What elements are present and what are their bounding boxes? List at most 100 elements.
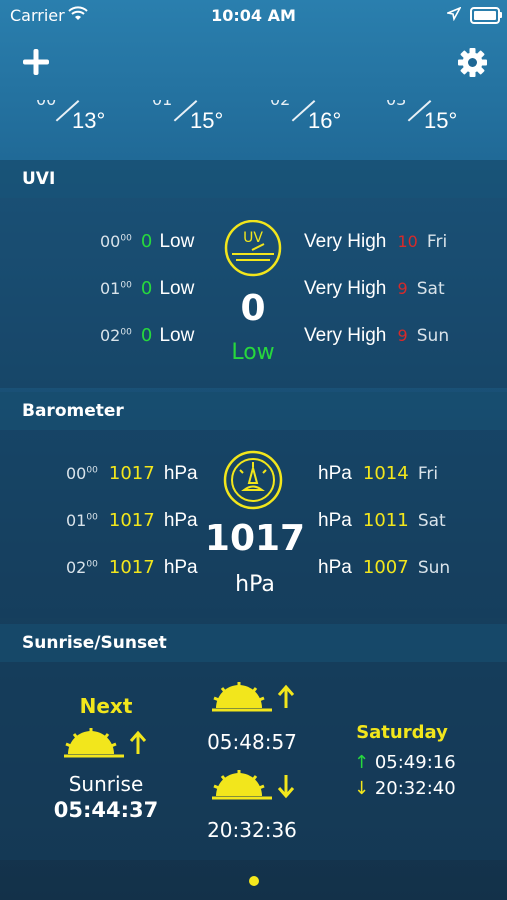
next-event-label: Next — [79, 694, 133, 718]
forecast-hour: 03 — [386, 100, 406, 109]
barometer-panel: 0000 1017 hPa 0100 1017 hPa 0200 1017 hP… — [0, 430, 507, 618]
page-indicator-dot[interactable] — [249, 876, 259, 886]
row-hour: 00 — [66, 464, 87, 483]
sunset-time: 20:32:36 — [207, 818, 297, 842]
pressure-day-unit: hPa — [318, 510, 352, 531]
section-title: Sunrise/Sunset — [22, 633, 167, 653]
uvi-level: Low — [159, 278, 195, 299]
uvi-value: 0 — [140, 325, 153, 346]
uvi-section-header: UVI — [0, 160, 507, 198]
uvi-hour-row: 0100 0 Low — [100, 278, 194, 300]
row-minute: 00 — [120, 327, 132, 338]
uvi-panel: 0000 0 Low 0100 0 Low 0200 0 Low UV 0 Lo… — [0, 198, 507, 388]
forecast-hour: 01 — [152, 100, 172, 109]
section-title: Barometer — [22, 401, 124, 421]
day-sunset-row: ↓ 20:32:40 — [354, 778, 456, 799]
uvi-value: 0 — [140, 231, 153, 252]
location-arrow-icon — [445, 6, 462, 25]
sun-section-header: Sunrise/Sunset — [0, 624, 507, 662]
pressure-current-unit: hPa — [235, 572, 275, 597]
sun-panel: Next Sunrise 05:44:37 05:48:57 20:32:36 … — [0, 662, 507, 860]
uvi-value: 0 — [140, 278, 153, 299]
forecast-hour: 00 — [36, 100, 56, 109]
pressure-value: 1017 — [108, 463, 155, 484]
day-label: Saturday — [356, 722, 448, 743]
barometer-gauge-icon — [222, 450, 284, 514]
status-bar: Carrier 10:04 AM — [0, 0, 507, 32]
uvi-day-value: 10 — [397, 232, 418, 251]
row-minute: 00 — [86, 512, 98, 523]
sunset-icon — [210, 770, 300, 808]
day-sunrise-time: 05:49:16 — [374, 752, 456, 773]
uvi-day-value: 9 — [397, 326, 408, 345]
pressure-day-value: 1007 — [362, 557, 409, 578]
day-sunrise-row: ↑ 05:49:16 — [354, 752, 456, 773]
pressure-day-name: Sun — [417, 558, 451, 578]
uvi-day-row: Very High 9 Sat — [304, 278, 445, 300]
pressure-day-unit: hPa — [318, 557, 352, 578]
forecast-hour: 02 — [270, 100, 290, 109]
forecast-temp: 15° — [424, 108, 458, 133]
uvi-hour-row: 0200 0 Low — [100, 325, 194, 347]
settings-button[interactable] — [458, 48, 487, 81]
pressure-unit: hPa — [163, 557, 198, 578]
day-sunset-time: 20:32:40 — [374, 778, 456, 799]
row-hour: 01 — [66, 511, 87, 530]
pressure-hour-row: 0200 1017 hPa — [66, 557, 198, 579]
uvi-day-level: Very High — [304, 278, 387, 299]
sunrise-time: 05:48:57 — [207, 730, 297, 754]
sunrise-icon — [210, 682, 300, 720]
pressure-unit: hPa — [163, 510, 198, 531]
uvi-hour-row: 0000 0 Low — [100, 231, 194, 253]
uvi-day-name: Sun — [416, 326, 450, 346]
battery-tip — [499, 12, 502, 18]
plus-icon — [23, 49, 49, 75]
pressure-hour-row: 0100 1017 hPa — [66, 510, 198, 532]
pressure-value: 1017 — [108, 510, 155, 531]
row-minute: 00 — [86, 465, 98, 476]
up-arrow-icon: ↑ — [354, 752, 370, 773]
pressure-unit: hPa — [163, 463, 198, 484]
next-event-name: Sunrise — [68, 772, 144, 796]
pressure-current-value: 1017 — [204, 518, 306, 559]
row-minute: 00 — [120, 233, 132, 244]
clock: 10:04 AM — [211, 6, 296, 25]
forecast-temp: 15° — [190, 108, 224, 133]
pressure-day-value: 1011 — [362, 510, 409, 531]
uvi-current-value: 0 — [240, 288, 266, 329]
forecast-temp: 16° — [308, 108, 342, 133]
uvi-day-row: Very High 10 Fri — [304, 231, 447, 253]
uvi-day-name: Sat — [416, 279, 445, 299]
battery-icon — [470, 7, 500, 24]
pressure-value: 1017 — [108, 557, 155, 578]
uvi-day-row: Very High 9 Sun — [304, 325, 449, 347]
pressure-day-unit: hPa — [318, 463, 352, 484]
uvi-day-value: 9 — [397, 279, 408, 298]
row-hour: 02 — [100, 326, 121, 345]
sunrise-icon — [62, 728, 152, 766]
pressure-day-value: 1014 — [362, 463, 409, 484]
row-minute: 00 — [120, 280, 132, 291]
hourly-forecast-strip[interactable]: 00 13° 01 15° 02 16° 03 15° — [0, 100, 507, 156]
add-location-button[interactable] — [22, 48, 50, 80]
uvi-day-level: Very High — [304, 325, 387, 346]
pressure-day-row: hPa 1007 Sun — [318, 557, 450, 579]
pressure-hour-row: 0000 1017 hPa — [66, 463, 198, 485]
gear-icon — [458, 48, 487, 77]
row-hour: 01 — [100, 279, 121, 298]
forecast-temp: 13° — [72, 108, 106, 133]
pressure-day-name: Fri — [417, 464, 439, 484]
uvi-level: Low — [159, 325, 195, 346]
pressure-day-row: hPa 1014 Fri — [318, 463, 438, 485]
barometer-section-header: Barometer — [0, 392, 507, 430]
uvi-day-name: Fri — [426, 232, 448, 252]
pressure-day-row: hPa 1011 Sat — [318, 510, 446, 532]
uvi-current-level: Low — [231, 340, 275, 365]
row-minute: 00 — [86, 559, 98, 570]
pressure-day-name: Sat — [417, 511, 446, 531]
down-arrow-icon: ↓ — [354, 778, 370, 799]
section-title: UVI — [22, 169, 56, 189]
uv-icon: UV — [222, 219, 284, 282]
next-event-time: 05:44:37 — [53, 798, 159, 822]
uvi-level: Low — [159, 231, 195, 252]
